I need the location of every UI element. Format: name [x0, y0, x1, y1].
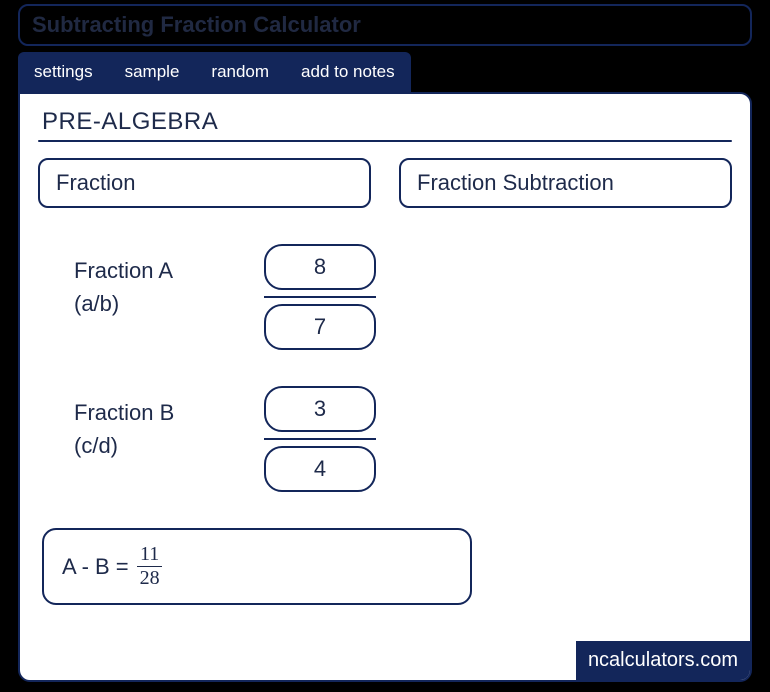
fraction-a-label: Fraction A (a/b) [74, 244, 264, 320]
result-box: A - B = 11 28 [42, 528, 472, 605]
result-label: A - B = [62, 554, 129, 580]
result-fraction: 11 28 [137, 544, 163, 589]
fraction-b-label: Fraction B (c/d) [74, 386, 264, 462]
fraction-a-inputs [264, 244, 376, 350]
page-title: Subtracting Fraction Calculator [32, 12, 738, 38]
title-bar: Subtracting Fraction Calculator [18, 4, 752, 46]
fraction-a-hint: (a/b) [74, 291, 119, 316]
main-panel: PRE-ALGEBRA Fraction Fraction Subtractio… [18, 92, 752, 682]
fraction-b-denominator[interactable] [264, 446, 376, 492]
fraction-a-denominator[interactable] [264, 304, 376, 350]
tab-add-to-notes[interactable]: add to notes [285, 52, 411, 92]
fraction-divider [264, 296, 376, 298]
divider [38, 140, 732, 142]
fraction-b-label-text: Fraction B [74, 400, 174, 425]
fraction-b-numerator[interactable] [264, 386, 376, 432]
tab-sample[interactable]: sample [109, 52, 196, 92]
fraction-b-inputs [264, 386, 376, 492]
breadcrumb: Fraction Fraction Subtraction [38, 158, 732, 208]
tab-random[interactable]: random [195, 52, 285, 92]
fraction-divider [264, 438, 376, 440]
crumb-fraction[interactable]: Fraction [38, 158, 371, 208]
brand-badge: ncalculators.com [576, 641, 750, 680]
fraction-b-hint: (c/d) [74, 433, 118, 458]
tab-settings[interactable]: settings [18, 52, 109, 92]
fraction-b-row: Fraction B (c/d) [74, 386, 732, 492]
subject-heading: PRE-ALGEBRA [42, 108, 732, 136]
fraction-a-numerator[interactable] [264, 244, 376, 290]
crumb-fraction-subtraction[interactable]: Fraction Subtraction [399, 158, 732, 208]
fraction-a-label-text: Fraction A [74, 258, 173, 283]
result-numerator: 11 [137, 544, 162, 567]
result-denominator: 28 [137, 567, 163, 589]
fraction-a-row: Fraction A (a/b) [74, 244, 732, 350]
tabs: settings sample random add to notes [18, 52, 752, 92]
